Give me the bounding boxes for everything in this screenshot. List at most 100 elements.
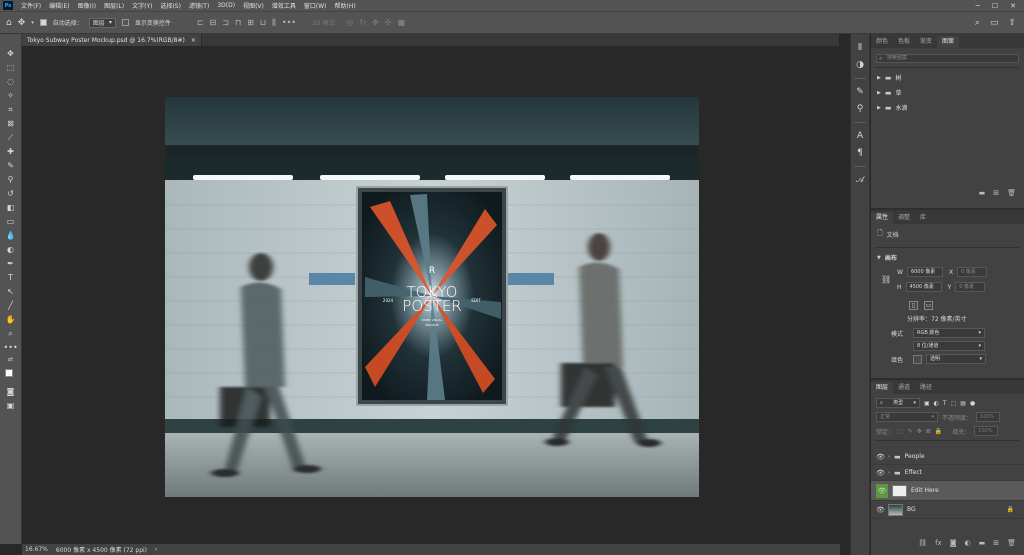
fill-field[interactable]: 100% bbox=[974, 426, 999, 436]
adjustment-layer-icon[interactable]: ◐ bbox=[965, 539, 971, 547]
document-tab[interactable]: Tokyo Subway Poster Mockup.psd @ 16.7%(R… bbox=[22, 34, 202, 46]
layer-name[interactable]: Edit Here bbox=[911, 487, 939, 494]
filter-shape-icon[interactable]: ⬚ bbox=[951, 400, 957, 407]
tab-gradients[interactable]: 渐变 bbox=[915, 36, 937, 48]
3d-pan-icon[interactable]: ✥ bbox=[372, 18, 379, 27]
align-vcenter-icon[interactable]: ⊞ bbox=[247, 18, 254, 28]
canvas-section-header[interactable]: ▼ 画布 bbox=[871, 250, 1024, 265]
more-options-icon[interactable]: ••• bbox=[282, 18, 296, 28]
gradient-tool-icon[interactable]: ▭ bbox=[4, 216, 18, 228]
layer-name[interactable]: BG bbox=[907, 506, 916, 513]
add-mask-icon[interactable]: ◙ bbox=[950, 539, 957, 547]
brush-tool-icon[interactable]: ✎ bbox=[4, 160, 18, 172]
show-transform-checkbox[interactable] bbox=[121, 19, 129, 26]
filter-toggle-icon[interactable]: ● bbox=[970, 400, 975, 407]
layer-row-people[interactable]: 👁 › ▬ People bbox=[871, 449, 1024, 465]
document-canvas[interactable]: R TOKYO POSTER 2024 EDIT RIVER VISUAL MO… bbox=[165, 97, 699, 497]
layer-row-edit-here[interactable]: 👁 Edit Here bbox=[871, 481, 1024, 501]
marquee-tool-icon[interactable]: ⬚ bbox=[4, 62, 18, 74]
new-layer-icon[interactable]: ⊞ bbox=[993, 539, 999, 547]
chevron-right-icon[interactable]: ▶ bbox=[877, 75, 881, 81]
paragraph-panel-icon[interactable]: ¶ bbox=[853, 147, 867, 159]
eye-icon[interactable]: 👁 bbox=[876, 453, 885, 461]
filter-type-icon[interactable]: T bbox=[943, 400, 947, 407]
y-field[interactable]: 0 像素 bbox=[955, 282, 986, 292]
distribute-icon[interactable]: ⫼ bbox=[272, 18, 276, 28]
3d-scale-icon[interactable]: ■ bbox=[397, 18, 405, 27]
align-top-icon[interactable]: ⊓ bbox=[235, 18, 241, 28]
eye-icon[interactable]: 👁 bbox=[876, 483, 888, 498]
maximize-icon[interactable]: ☐ bbox=[992, 2, 998, 10]
zoom-level[interactable]: 16.67% bbox=[25, 546, 48, 553]
3d-orbit-icon[interactable]: ◎ bbox=[346, 18, 353, 27]
blur-tool-icon[interactable]: 💧 bbox=[4, 230, 18, 242]
link-layers-icon[interactable]: ⛓ bbox=[918, 539, 927, 547]
layer-filter-dropdown[interactable]: ⌕ 类型 ▾ bbox=[876, 398, 920, 408]
filter-pixel-icon[interactable]: ▣ bbox=[924, 400, 930, 407]
x-field[interactable]: 0 像素 bbox=[957, 267, 988, 277]
menu-plugins[interactable]: 增效工具 bbox=[268, 1, 300, 10]
height-field[interactable]: 4500 像素 bbox=[905, 282, 942, 292]
layer-style-icon[interactable]: fx bbox=[935, 539, 942, 547]
blend-mode-dropdown[interactable]: 正常 ▾ bbox=[876, 412, 938, 422]
tab-layers[interactable]: 图层 bbox=[871, 382, 894, 394]
menu-file[interactable]: 文件(F) bbox=[17, 1, 45, 10]
auto-select-checkbox[interactable] bbox=[39, 19, 47, 26]
eye-icon[interactable]: 👁 bbox=[876, 469, 885, 477]
history-brush-icon[interactable]: ↺ bbox=[4, 188, 18, 200]
search-icon[interactable]: ⌕ bbox=[975, 18, 980, 28]
lock-paint-icon[interactable]: ✎ bbox=[908, 428, 913, 435]
swap-colors-icon[interactable]: ⇄ bbox=[4, 356, 18, 364]
menu-window[interactable]: 窗口(W) bbox=[300, 1, 331, 10]
share-icon[interactable]: ⇪ bbox=[1008, 18, 1016, 28]
chevron-down-icon[interactable]: ▾ bbox=[31, 20, 34, 26]
magic-wand-icon[interactable]: ✧ bbox=[4, 90, 18, 102]
healing-brush-icon[interactable]: ✚ bbox=[4, 146, 18, 158]
chevron-right-icon[interactable]: › bbox=[888, 470, 890, 476]
align-bottom-icon[interactable]: ⊔ bbox=[260, 18, 266, 28]
lock-pixels-icon[interactable]: ⬚ bbox=[898, 428, 904, 435]
new-pattern-icon[interactable]: ⊞ bbox=[993, 189, 999, 197]
new-group-icon[interactable]: ▬ bbox=[979, 539, 986, 547]
close-window-icon[interactable]: ✕ bbox=[1010, 2, 1016, 10]
align-right-icon[interactable]: ⊐ bbox=[222, 18, 229, 28]
new-group-icon[interactable]: ▬ bbox=[979, 189, 986, 197]
layer-row-bg[interactable]: 👁 BG 🔒 bbox=[871, 501, 1024, 519]
frame-tool-icon[interactable]: ⊠ bbox=[4, 118, 18, 130]
menu-type[interactable]: 文字(Y) bbox=[128, 1, 156, 10]
eyedropper-icon[interactable]: ⟋ bbox=[4, 132, 18, 144]
eye-icon[interactable]: 👁 bbox=[876, 506, 885, 514]
move-tool-icon[interactable]: ✥ bbox=[4, 48, 18, 60]
screen-mode-icon[interactable]: ▣ bbox=[4, 400, 18, 412]
foreground-color-swatch[interactable] bbox=[4, 369, 13, 377]
layer-name[interactable]: Effect bbox=[905, 469, 922, 476]
eraser-icon[interactable]: ◧ bbox=[4, 202, 18, 214]
trash-icon[interactable]: 🗑 bbox=[1007, 539, 1016, 547]
tab-color[interactable]: 颜色 bbox=[871, 36, 893, 48]
menu-layer[interactable]: 图层(L) bbox=[100, 1, 128, 10]
home-icon[interactable]: ⌂ bbox=[6, 18, 12, 28]
move-tool-icon[interactable]: ✥ bbox=[18, 18, 26, 28]
lasso-tool-icon[interactable]: ◌ bbox=[4, 76, 18, 88]
quick-mask-icon[interactable]: ◙ bbox=[4, 386, 18, 398]
layer-row-effect[interactable]: 👁 › ▬ Effect bbox=[871, 465, 1024, 481]
minimize-icon[interactable]: ─ bbox=[976, 2, 980, 10]
pattern-folder[interactable]: ▶ ▬ 草 bbox=[871, 85, 1024, 100]
tab-adjustments[interactable]: 调整 bbox=[893, 212, 915, 224]
lock-artboard-icon[interactable]: ⊠ bbox=[926, 428, 931, 435]
tab-channels[interactable]: 通道 bbox=[893, 382, 915, 394]
tab-libraries[interactable]: 库 bbox=[915, 212, 931, 224]
color-panel-icon[interactable]: ◑ bbox=[853, 59, 867, 71]
layer-name[interactable]: People bbox=[905, 453, 925, 460]
filter-adjust-icon[interactable]: ◐ bbox=[934, 400, 939, 407]
zoom-tool-icon[interactable]: ⌕ bbox=[4, 328, 18, 340]
line-tool-icon[interactable]: ╱ bbox=[4, 300, 18, 312]
align-hcenter-icon[interactable]: ⊟ bbox=[210, 18, 217, 28]
3d-roll-icon[interactable]: ↻ bbox=[359, 18, 366, 27]
dodge-tool-icon[interactable]: ◐ bbox=[4, 244, 18, 256]
menu-view[interactable]: 视图(V) bbox=[239, 1, 268, 10]
workspace-icon[interactable]: ▭ bbox=[990, 18, 999, 28]
3d-slide-icon[interactable]: ✣ bbox=[385, 18, 392, 27]
more-tools-icon[interactable]: ••• bbox=[4, 342, 18, 354]
tab-swatches[interactable]: 色板 bbox=[893, 36, 915, 48]
